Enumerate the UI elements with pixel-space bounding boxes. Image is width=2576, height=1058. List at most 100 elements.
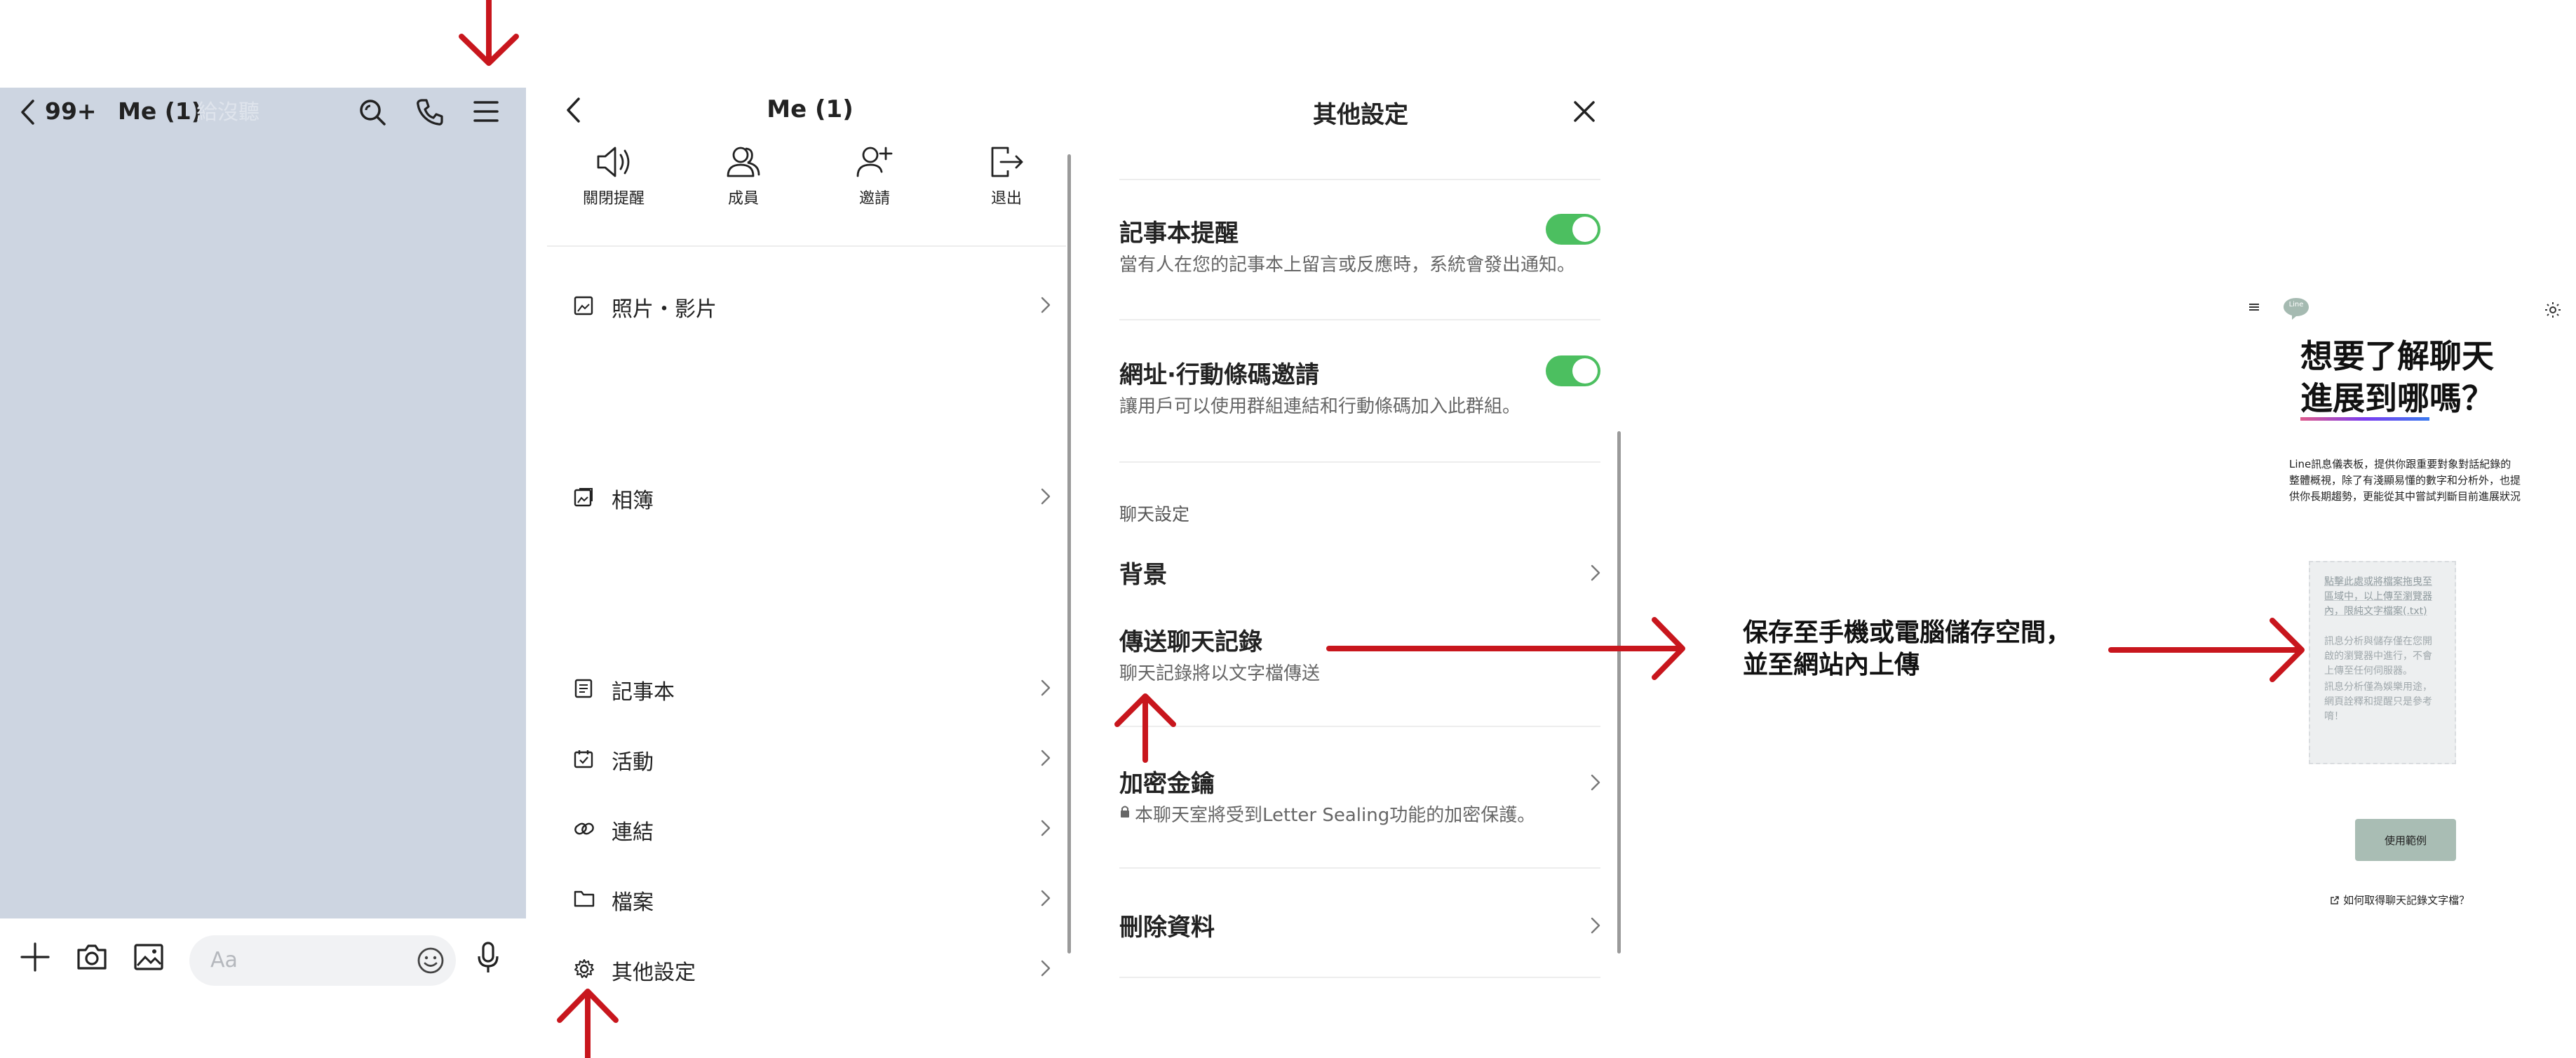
action-mute[interactable]: 關閉提醒 — [561, 144, 666, 221]
headline-line: 進展到哪嗎？ — [2300, 377, 2567, 421]
upload-note: 訊息分析僅為娛樂用途，網頁詮釋和提醒只是參考唷！ — [2324, 681, 2432, 722]
calendar-icon — [574, 749, 593, 768]
row-encryption[interactable]: 加密金鑰 本聊天室將受到Letter Sealing功能的加密保護。 — [1119, 764, 1600, 834]
menu-item-album[interactable]: 相簿 — [574, 479, 1051, 514]
chevron-right-icon — [1041, 960, 1051, 977]
chevron-right-icon — [1591, 774, 1600, 791]
members-icon — [724, 144, 763, 180]
row-title: 加密金鑰 — [1119, 770, 1215, 798]
headline: 想要了解聊天 進展到哪嗎？ — [2300, 335, 2567, 421]
add-user-icon — [855, 144, 894, 180]
menu-screen: Me (1) 關閉提醒 成員 邀請 退出 照片・影片 相簿 記事本 活動 連結 … — [547, 77, 1073, 1058]
settings-divider — [1119, 726, 1600, 727]
menu-item-events[interactable]: 活動 — [574, 740, 1051, 775]
action-label: 成員 — [727, 190, 759, 208]
action-label: 退出 — [990, 190, 1022, 208]
emoji-icon[interactable] — [417, 947, 445, 975]
note-reminder-toggle[interactable] — [1546, 214, 1600, 245]
settings-divider — [1119, 179, 1600, 180]
plus-icon[interactable] — [20, 942, 50, 972]
menu-item-label: 照片・影片 — [612, 297, 717, 322]
faint-text: 給沒聽 — [196, 100, 259, 125]
lock-icon — [1119, 805, 1131, 819]
settings-screen: 其他設定 記事本提醒 當有人在您的記事本上留言或反應時，系統會發出通知。 網址·… — [1094, 77, 1621, 1058]
link-icon — [574, 819, 595, 839]
action-invite[interactable]: 邀請 — [822, 144, 927, 221]
row-title: 記事本提醒 — [1119, 219, 1239, 247]
menu-item-files[interactable]: 檔案 — [574, 881, 1051, 916]
headline-tail: 嗎？ — [2429, 379, 2494, 417]
upload-dropzone-text[interactable]: 點擊此處或將檔案拖曳至區域中，以上傳至瀏覽器內，限純文字檔案(.txt) — [2324, 575, 2441, 619]
row-desc: 當有人在您的記事本上留言或反應時，系統會發出通知。 — [1119, 255, 1576, 276]
action-leave[interactable]: 退出 — [954, 144, 1059, 221]
menu-scrollbar[interactable] — [1067, 154, 1071, 954]
row-background[interactable]: 背景 — [1119, 554, 1600, 592]
menu-item-other-settings[interactable]: 其他設定 — [574, 951, 1051, 986]
back-count[interactable]: 99+ — [45, 97, 97, 125]
sun-icon[interactable] — [2544, 301, 2561, 318]
row-desc: 聊天記錄將以文字檔傳送 — [1119, 663, 1321, 684]
chevron-right-icon — [1041, 820, 1051, 836]
settings-divider — [1119, 319, 1600, 320]
chat-background — [0, 88, 526, 918]
help-link-text[interactable]: 如何取得聊天記錄文字檔？ — [2343, 894, 2469, 907]
menu-icon[interactable] — [473, 99, 499, 124]
headline-line: 想要了解聊天 — [2300, 337, 2494, 375]
phone-icon[interactable] — [415, 97, 445, 127]
row-title: 刪除資料 — [1119, 914, 1215, 942]
chevron-right-icon — [1591, 917, 1600, 934]
mic-icon[interactable] — [476, 941, 501, 975]
web-page: Line 想要了解聊天 進展到哪嗎？ Line訊息儀表板，提供你跟重要對象對話紀… — [2244, 291, 2576, 922]
album-icon — [574, 487, 593, 507]
chevron-right-icon — [1591, 564, 1600, 581]
menu-item-photos[interactable]: 照片・影片 — [574, 287, 1051, 323]
row-url-invite: 網址·行動條碼邀請 讓用戶可以使用群組連結和行動條碼加入此群組。 — [1119, 355, 1600, 426]
close-icon[interactable] — [1572, 100, 1596, 123]
menu-title: Me (1) — [767, 95, 854, 123]
menu-item-label: 活動 — [612, 750, 654, 775]
upload-note: 訊息分析與儲存僅在您開啟的瀏覽器中進行，不會上傳至任何伺服器。 — [2324, 636, 2432, 677]
hamburger-icon[interactable] — [2248, 303, 2260, 311]
image-icon[interactable] — [133, 943, 164, 971]
back-chevron-icon[interactable] — [20, 99, 35, 126]
row-desc: 讓用戶可以使用群組連結和行動條碼加入此群組。 — [1119, 396, 1521, 417]
url-invite-toggle[interactable] — [1546, 355, 1600, 386]
chat-screen: 99+ Me (1) 給沒聽 Aa — [0, 88, 526, 1058]
speaker-icon — [594, 144, 633, 180]
menu-actions: 關閉提醒 成員 邀請 退出 — [547, 144, 1073, 221]
note-icon — [574, 679, 593, 698]
chevron-right-icon — [1041, 679, 1051, 696]
chevron-right-icon — [1041, 750, 1051, 766]
settings-divider — [1119, 977, 1600, 978]
menu-item-label: 其他設定 — [612, 961, 696, 985]
row-title: 傳送聊天記錄 — [1119, 628, 1262, 656]
row-delete-data[interactable]: 刪除資料 — [1119, 907, 1600, 944]
row-desc: 本聊天室將受到Letter Sealing功能的加密保護。 — [1135, 805, 1536, 826]
action-label: 邀請 — [858, 190, 890, 208]
menu-item-links[interactable]: 連結 — [574, 811, 1051, 846]
menu-item-label: 檔案 — [612, 890, 654, 915]
annotation-line: 並至網站內上傳 — [1743, 651, 1920, 679]
row-title: 背景 — [1119, 561, 1167, 589]
action-label: 關閉提醒 — [582, 190, 645, 208]
arrow-down-to-menu — [459, 0, 519, 66]
menu-divider — [547, 245, 1066, 247]
settings-divider — [1119, 867, 1600, 869]
chevron-right-icon — [1041, 890, 1051, 907]
camera-icon[interactable] — [76, 943, 108, 971]
chevron-right-icon — [1041, 297, 1051, 313]
annotation-line: 保存至手機或電腦儲存空間， — [1743, 618, 2072, 647]
search-icon[interactable] — [358, 97, 387, 127]
upload-dropzone[interactable]: 點擊此處或將檔案拖曳至區域中，以上傳至瀏覽器內，限純文字檔案(.txt) 訊息分… — [2309, 561, 2456, 764]
message-input[interactable]: Aa — [189, 935, 456, 986]
section-label: 聊天設定 — [1119, 504, 1190, 524]
help-link[interactable]: 如何取得聊天記錄文字檔？ — [2330, 893, 2526, 907]
example-button[interactable]: 使用範例 — [2355, 819, 2456, 861]
example-button-label: 使用範例 — [2384, 834, 2427, 847]
row-send-history[interactable]: 傳送聊天記錄 聊天記錄將以文字檔傳送 — [1119, 623, 1600, 693]
action-members[interactable]: 成員 — [691, 144, 796, 221]
menu-item-notes[interactable]: 記事本 — [574, 670, 1051, 705]
chat-input-bar: Aa — [0, 918, 526, 1003]
settings-divider — [1119, 461, 1600, 463]
settings-scrollbar[interactable] — [1617, 431, 1621, 954]
